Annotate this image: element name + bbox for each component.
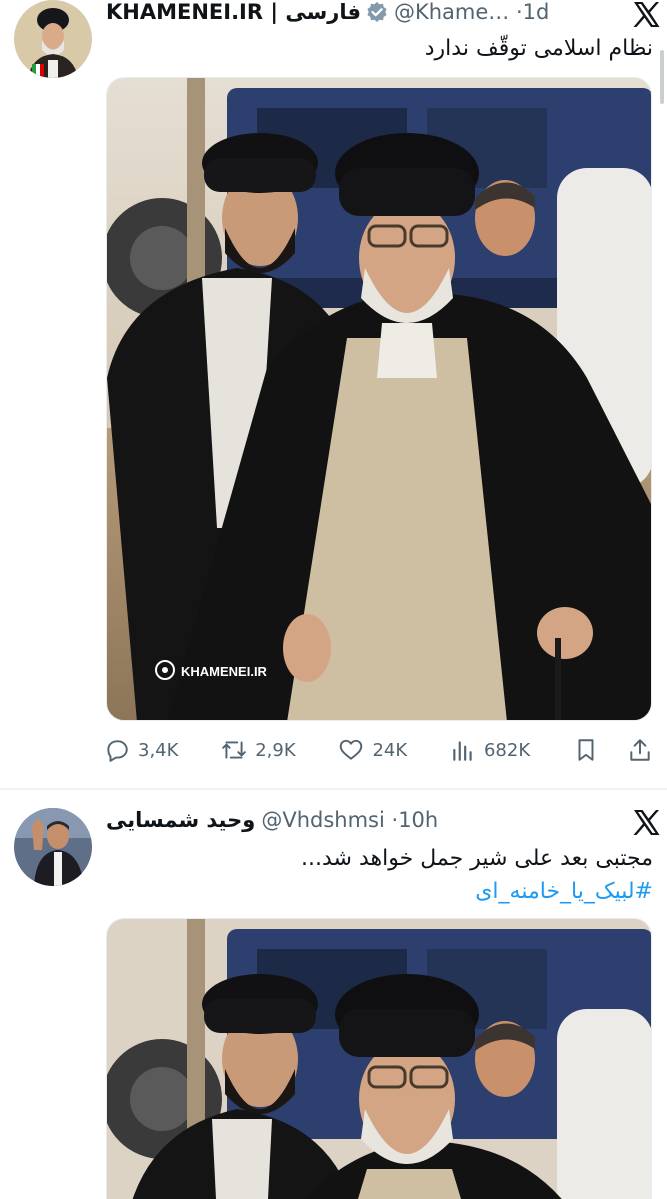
timestamp[interactable]: 1d [523,0,550,24]
hashtag-link[interactable]: #لبیک_یا_خامنه_ای [106,875,653,908]
views-icon [453,741,472,761]
like-icon [340,739,363,760]
views-count: 682K [483,739,531,761]
retweet-icon [222,741,247,759]
retweet-button[interactable]: 2,9K [221,737,296,763]
action-right-group [573,737,653,763]
tweet-body: مجتبی بعد علی شیر جمل خواهد شد... [301,846,653,871]
tweet-header: KHAMENEI.IR | فارسی @Khame… · 1d [106,0,653,26]
avatar-portrait-icon [14,0,92,78]
tweet-2[interactable]: وحید شمسایی @Vhdshmsi · 10h مجتبی بعد عل… [0,790,667,1199]
tweet-text: نظام اسلامی توقّف ندارد [424,36,653,61]
timestamp[interactable]: 10h [398,808,438,832]
separator-dot: · [509,0,523,24]
tweet-1[interactable]: KHAMENEI.IR | فارسی @Khame… · 1d نظام اس… [0,0,667,788]
reply-icon [107,740,128,762]
share-button[interactable] [627,737,653,763]
verified-badge-icon [366,1,388,23]
x-logo-icon[interactable] [631,808,661,838]
tweet-text: مجتبی بعد علی شیر جمل خواهد شد... #لبیک_… [106,842,653,908]
share-icon [630,739,650,761]
views-button[interactable]: 682K [450,737,530,763]
photo-watermark: KHAMENEI.IR [181,664,268,679]
separator-dot: · [384,808,399,832]
tweet-photo[interactable]: KHAMENEI.IR [106,77,652,721]
avatar[interactable] [14,808,92,886]
display-name[interactable]: KHAMENEI.IR | فارسی [106,0,361,24]
like-button[interactable]: 24K [338,737,407,763]
retweet-count: 2,9K [255,739,296,761]
handle[interactable]: @Vhdshmsi [261,808,385,832]
display-name[interactable]: وحید شمسایی [106,808,255,832]
bookmark-icon [578,739,594,761]
avatar-portrait-icon [14,808,92,886]
photo-image [107,919,651,1199]
bookmark-button[interactable] [573,737,599,763]
like-count: 24K [372,739,408,761]
x-logo-icon[interactable] [631,0,661,30]
reply-button[interactable]: 3,4K [104,737,178,763]
photo-image: KHAMENEI.IR [107,78,651,720]
tweet-photo[interactable] [106,918,652,1199]
scrollbar[interactable] [660,50,664,104]
reply-count: 3,4K [138,739,179,761]
handle[interactable]: @Khame… [394,0,509,24]
tweet-header: وحید شمسایی @Vhdshmsi · 10h [106,806,653,834]
tweet-actions: 3,4K 2,9K 24K 682K [104,733,653,767]
avatar[interactable] [14,0,92,78]
